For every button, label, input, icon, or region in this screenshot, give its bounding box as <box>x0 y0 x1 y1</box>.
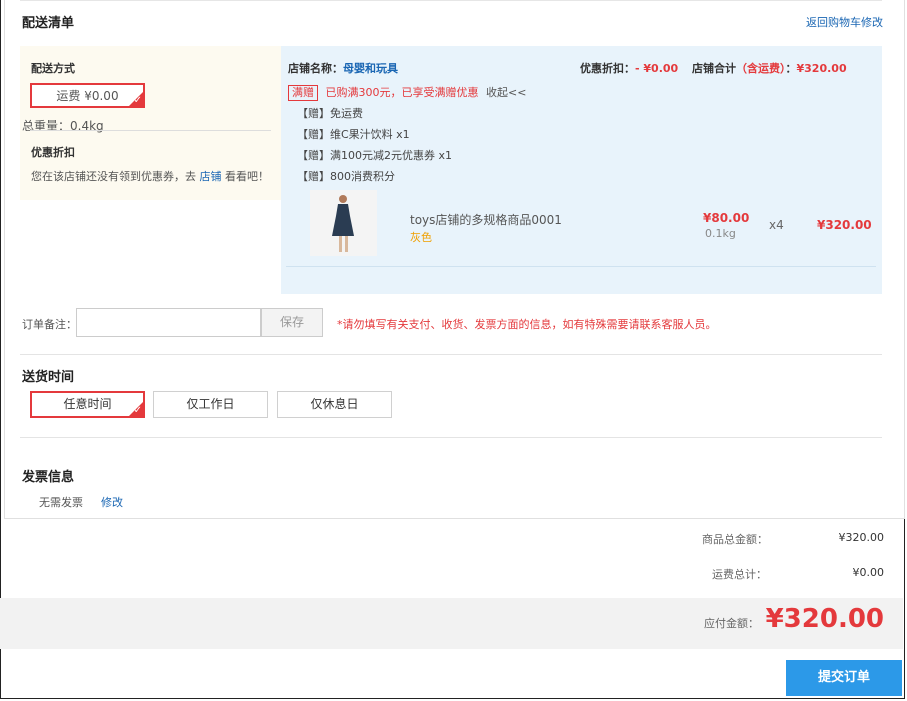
top-divider <box>20 0 882 1</box>
promo-row: 满赠 已购满300元，已享受满赠优惠 收起<< <box>288 84 526 101</box>
payable-value: ¥320.00 <box>765 604 884 634</box>
order-note-label: 订单备注： <box>22 318 77 331</box>
store-total-label: 店铺合计 <box>692 62 736 75</box>
delivery-time-title: 送货时间 <box>22 370 75 385</box>
gift-item: 【赠】免运费 <box>297 107 363 120</box>
coupon-message: 您在该店铺还没有领到优惠券，去 店铺 看看吧！ <box>31 168 269 184</box>
invoice-edit-link[interactable]: 修改 <box>101 494 123 510</box>
save-note-button[interactable]: 保存 <box>261 308 323 337</box>
gift-item: 【赠】800消费积分 <box>297 170 395 183</box>
coupon-text-prefix: 您在该店铺还没有领到优惠券，去 <box>31 170 196 183</box>
promo-text: 已购满300元，已享受满赠优惠 <box>325 86 479 99</box>
delivery-option-label: 任意时间 <box>63 397 112 411</box>
goods-total-value: ¥320.00 <box>838 531 885 544</box>
store-discount-label: 优惠折扣： <box>580 62 635 75</box>
shipping-method-label: 配送方式 <box>31 62 75 75</box>
product-image[interactable] <box>310 190 377 256</box>
delivery-list-title: 配送清单 <box>22 16 75 31</box>
store-discount: 优惠折扣：- ¥0.00 <box>580 60 678 76</box>
invoice-value: 无需发票 <box>39 496 83 509</box>
order-note-input[interactable] <box>76 308 261 337</box>
section-divider <box>20 437 882 438</box>
product-name[interactable]: toys店铺的多规格商品0001 <box>410 211 562 228</box>
product-price: ¥80.00 <box>703 211 750 225</box>
submit-order-button[interactable]: 提交订单 <box>786 660 902 696</box>
promo-tag: 满赠 <box>288 85 318 101</box>
collapse-link[interactable]: 收起<< <box>486 86 526 99</box>
check-icon: ✓ <box>133 95 142 106</box>
product-divider <box>286 266 876 267</box>
invoice-title: 发票信息 <box>22 470 75 485</box>
shipping-total-label: 运费总计： <box>712 568 767 581</box>
product-spec: 灰色 <box>410 231 432 244</box>
shipping-option-label: 运费 ¥0.00 <box>56 89 119 103</box>
shipping-total-value: ¥0.00 <box>852 566 885 579</box>
store-name-label: 店铺名称： <box>288 62 343 75</box>
coupon-text-suffix: 看看吧！ <box>225 170 269 183</box>
store-total-paren: （含运费） <box>736 62 786 75</box>
gift-item: 【赠】满100元减2元优惠券 x1 <box>297 149 452 162</box>
store-total-value: ¥320.00 <box>796 62 847 75</box>
store-total: 店铺合计（含运费）：¥320.00 <box>692 60 847 76</box>
delivery-option-anytime[interactable]: 任意时间 ✓ <box>30 391 145 418</box>
store-name-row: 店铺名称：母婴和玩具 <box>288 60 398 76</box>
back-to-cart-link[interactable]: 返回购物车修改 <box>806 14 883 30</box>
left-divider <box>30 130 271 131</box>
goods-total-label: 商品总金额： <box>702 533 768 546</box>
check-icon: ✓ <box>133 405 142 416</box>
discount-label: 优惠折扣 <box>31 146 75 159</box>
payable-label: 应付金额： <box>704 617 759 630</box>
delivery-option-weekends[interactable]: 仅休息日 <box>277 391 392 418</box>
total-weight: 总重量：0.4kg <box>22 119 104 133</box>
shipping-option[interactable]: 运费 ¥0.00 ✓ <box>30 83 145 108</box>
dress-icon <box>310 190 377 256</box>
store-link[interactable]: 店铺 <box>200 170 222 183</box>
gift-item: 【赠】维C果汁饮料 x1 <box>297 128 410 141</box>
product-weight: 0.1kg <box>705 227 736 240</box>
section-divider <box>20 354 882 355</box>
delivery-option-weekdays[interactable]: 仅工作日 <box>153 391 268 418</box>
product-quantity: x4 <box>769 218 784 232</box>
product-subtotal: ¥320.00 <box>817 218 872 232</box>
store-total-sep: ： <box>785 62 797 75</box>
store-name-link[interactable]: 母婴和玩具 <box>343 62 398 75</box>
store-discount-value: - ¥0.00 <box>635 62 679 75</box>
note-warning: *请勿填写有关支付、收货、发票方面的信息，如有特殊需要请联系客服人员。 <box>337 318 717 331</box>
